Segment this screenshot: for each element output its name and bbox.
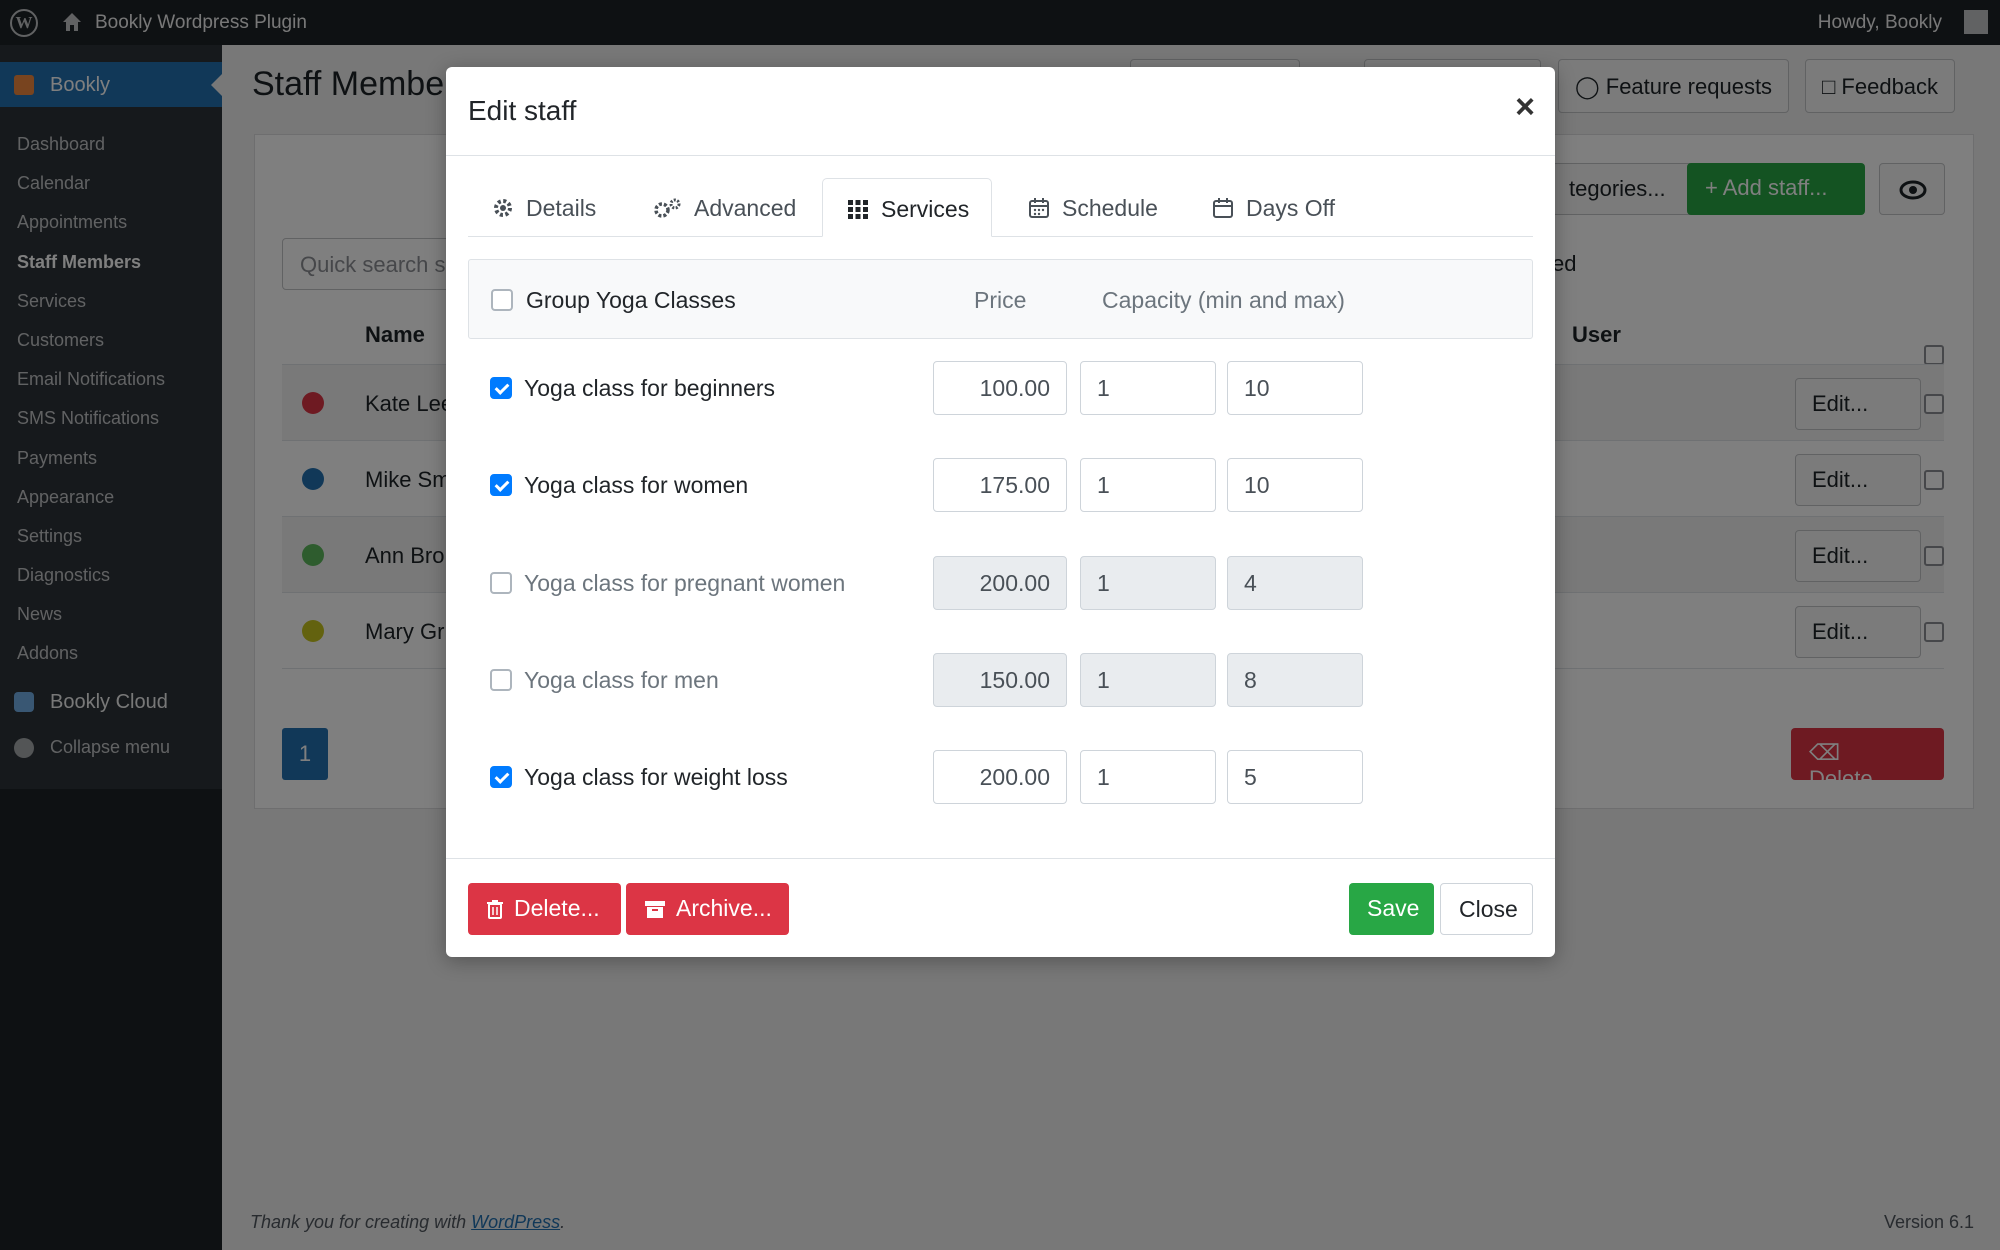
capacity-max-input[interactable]: 10: [1227, 458, 1363, 512]
service-row: Yoga class for women 175.00 1 10: [468, 458, 1533, 512]
group-checkbox[interactable]: [491, 289, 513, 311]
price-column-header: Price: [974, 287, 1027, 313]
service-checkbox[interactable]: [490, 669, 512, 691]
service-checkbox[interactable]: [490, 474, 512, 496]
grid-icon: [848, 200, 868, 219]
capacity-min-input[interactable]: 1: [1080, 361, 1216, 415]
capacity-min-input: 1: [1080, 556, 1216, 610]
modal-header-divider: [446, 155, 1555, 156]
category-label: Group Yoga Classes: [526, 287, 736, 313]
service-row: Yoga class for beginners 100.00 1 10: [468, 361, 1533, 415]
service-row: Yoga class for pregnant women 200.00 1 4: [468, 556, 1533, 610]
tab-days-off[interactable]: Days Off: [1212, 178, 1335, 237]
archive-button[interactable]: Archive...: [626, 883, 789, 935]
capacity-max-input: 4: [1227, 556, 1363, 610]
delete-label: Delete...: [514, 895, 600, 921]
gears-icon: [654, 198, 681, 218]
modal-title: Edit staff: [468, 95, 577, 126]
service-name: Yoga class for weight loss: [524, 764, 788, 790]
service-checkbox[interactable]: [490, 766, 512, 788]
service-checkbox[interactable]: [490, 377, 512, 399]
service-name: Yoga class for women: [524, 472, 749, 498]
tab-label: Schedule: [1062, 195, 1158, 221]
service-category-header: Group Yoga Classes Price Capacity (min a…: [468, 259, 1533, 339]
capacity-min-input: 1: [1080, 653, 1216, 707]
tab-label: Details: [526, 195, 597, 221]
service-checkbox[interactable]: [490, 572, 512, 594]
tab-label: Advanced: [694, 195, 797, 221]
service-row: Yoga class for weight loss 200.00 1 5: [468, 750, 1533, 804]
close-button[interactable]: Close: [1440, 883, 1533, 935]
price-input[interactable]: 175.00: [933, 458, 1067, 512]
tab-schedule[interactable]: Schedule: [1028, 178, 1158, 237]
modal-footer-divider: [446, 858, 1555, 859]
service-row: Yoga class for men 150.00 1 8: [468, 653, 1533, 707]
capacity-max-input[interactable]: 5: [1227, 750, 1363, 804]
trash-icon: [487, 900, 503, 919]
capacity-column-header: Capacity (min and max): [1102, 287, 1345, 313]
calendar-icon: [1029, 198, 1049, 218]
price-input[interactable]: 200.00: [933, 750, 1067, 804]
capacity-min-input[interactable]: 1: [1080, 458, 1216, 512]
edit-staff-modal: Edit staff × Details Advanced Services S…: [446, 67, 1555, 957]
calendar-empty-icon: [1213, 198, 1233, 218]
archive-label: Archive...: [676, 895, 772, 921]
service-name: Yoga class for beginners: [524, 375, 776, 401]
tab-advanced[interactable]: Advanced: [652, 178, 796, 237]
tab-label: Days Off: [1246, 195, 1336, 221]
price-input: 200.00: [933, 556, 1067, 610]
service-name: Yoga class for men: [524, 667, 719, 693]
gear-icon: [494, 199, 512, 217]
save-button[interactable]: Save: [1349, 883, 1434, 935]
tab-label: Services: [881, 196, 970, 222]
capacity-min-input[interactable]: 1: [1080, 750, 1216, 804]
close-icon[interactable]: ×: [1515, 90, 1535, 124]
price-input: 150.00: [933, 653, 1067, 707]
tab-services[interactable]: Services: [822, 178, 993, 237]
capacity-max-input[interactable]: 10: [1227, 361, 1363, 415]
service-name: Yoga class for pregnant women: [524, 570, 846, 596]
modal-tabs: Details Advanced Services Schedule Days …: [468, 178, 1533, 237]
price-input[interactable]: 100.00: [933, 361, 1067, 415]
delete-button[interactable]: Delete...: [468, 883, 621, 935]
archive-icon: [645, 901, 665, 918]
capacity-max-input: 8: [1227, 653, 1363, 707]
tab-details[interactable]: Details: [492, 178, 596, 237]
